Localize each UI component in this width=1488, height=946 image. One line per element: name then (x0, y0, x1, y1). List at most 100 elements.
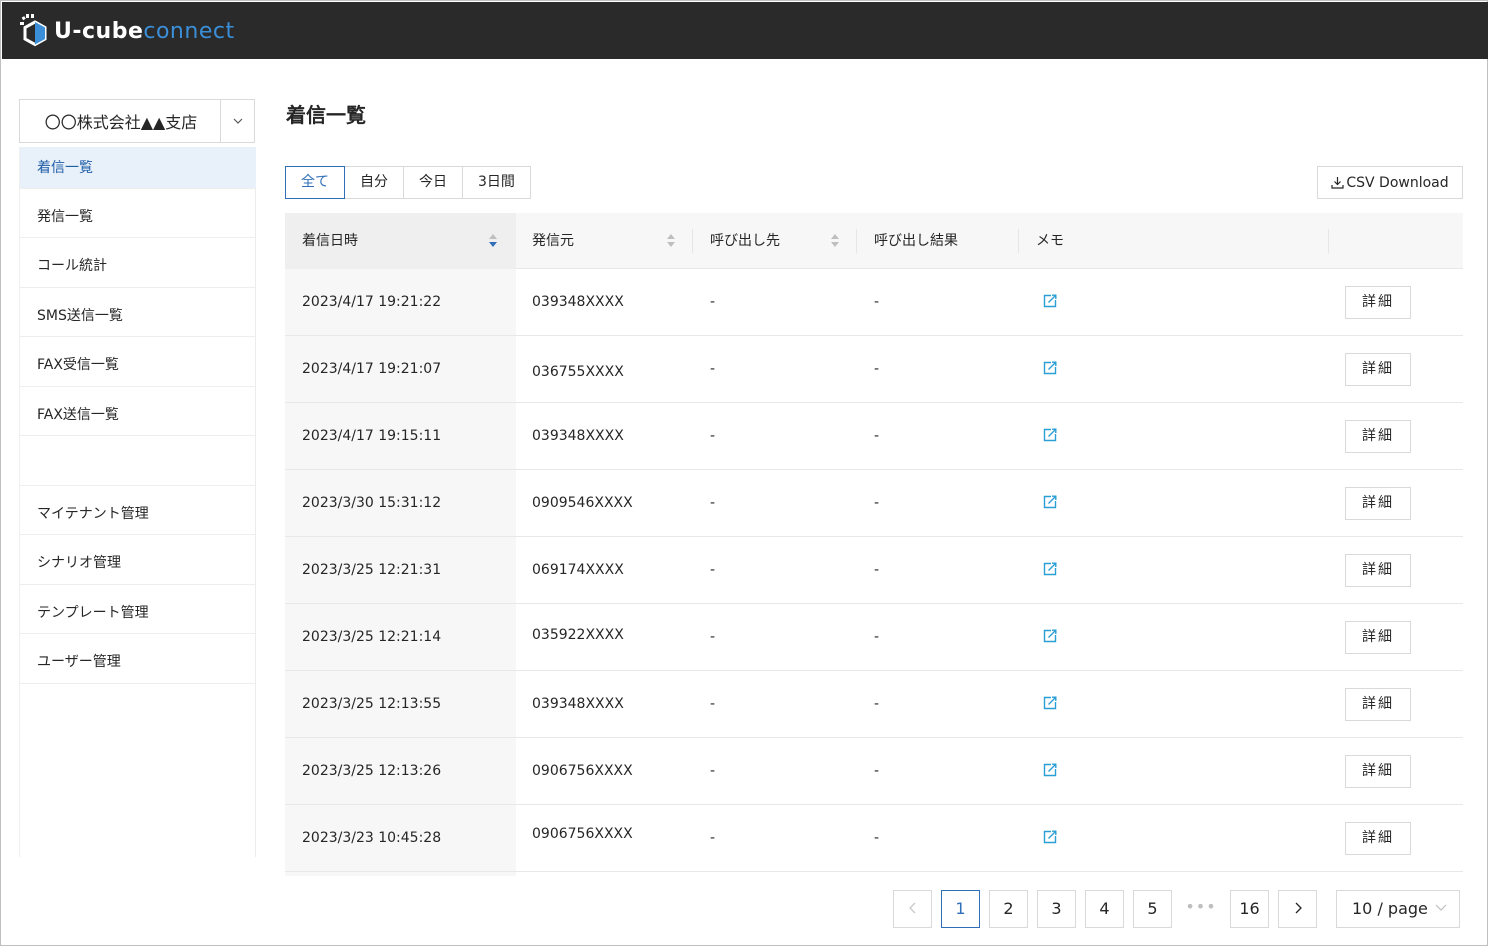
sidebar-item-template[interactable]: テンプレート管理 (20, 585, 256, 634)
cell-datetime: 2023/4/17 19:21:22 (302, 294, 442, 310)
sort-icon[interactable] (666, 234, 676, 250)
pagination-page-3[interactable]: 3 (1037, 890, 1076, 928)
sidebar-item-empty (20, 436, 256, 486)
logo-text-secondary: connect (143, 18, 235, 44)
column-header-actions (1329, 213, 1346, 269)
pagination-ellipsis[interactable]: ••• (1185, 890, 1217, 928)
cell-to: - (710, 830, 716, 846)
sidebar-item-users[interactable]: ユーザー管理 (20, 634, 256, 684)
sort-icon[interactable] (488, 234, 498, 250)
edit-memo-icon[interactable] (1043, 696, 1057, 710)
column-header-from[interactable]: 発信元 (515, 213, 574, 269)
table-row: 2023/4/17 19:21:22 039348XXXX - - 詳細 (285, 269, 1463, 336)
cell-from: 069174XXXX (532, 562, 624, 578)
detail-button[interactable]: 詳細 (1345, 554, 1411, 587)
cell-result: - (874, 294, 880, 310)
table-row: 2023/3/30 15:31:12 0909546XXXX - - 詳細 (285, 470, 1463, 537)
filter-all[interactable]: 全て (285, 166, 345, 199)
detail-button[interactable]: 詳細 (1345, 688, 1411, 721)
cell-datetime: 2023/3/25 12:21:31 (302, 562, 442, 578)
detail-button[interactable]: 詳細 (1345, 353, 1411, 386)
table-row: 2023/3/25 12:13:26 0906756XXXX - - 詳細 (285, 738, 1463, 805)
edit-memo-icon[interactable] (1043, 428, 1057, 442)
detail-button[interactable]: 詳細 (1345, 487, 1411, 520)
top-bar: U-cubeconnect (2, 2, 1488, 59)
sidebar-item-my-tenant[interactable]: マイテナント管理 (20, 486, 256, 535)
sidebar-item-call-stats[interactable]: コール統計 (20, 238, 256, 288)
pagination-page-2[interactable]: 2 (989, 890, 1028, 928)
logo[interactable]: U-cubeconnect (20, 14, 235, 48)
cell-result: - (874, 562, 880, 578)
pagination-page-5[interactable]: 5 (1133, 890, 1172, 928)
sidebar-nav: 着信一覧 発信一覧 コール統計 SMS送信一覧 FAX受信一覧 FAX送信一覧 … (19, 147, 256, 857)
cell-datetime: 2023/3/25 12:21:14 (302, 629, 442, 645)
sidebar-item-scenario[interactable]: シナリオ管理 (20, 535, 256, 585)
cell-from: 035922XXXX (532, 627, 624, 643)
cell-from: 039348XXXX (532, 294, 624, 310)
detail-button[interactable]: 詳細 (1345, 822, 1411, 855)
sidebar-item-sms[interactable]: SMS送信一覧 (20, 288, 256, 337)
table-row: 2023/3/25 12:21:31 069174XXXX - - 詳細 (285, 537, 1463, 604)
column-header-datetime[interactable]: 着信日時 (285, 213, 516, 269)
cell-datetime: 2023/3/30 15:31:12 (302, 495, 442, 511)
cell-from: 0909546XXXX (532, 495, 633, 511)
column-header-to[interactable]: 呼び出し先 (693, 213, 780, 269)
pagination-page-4[interactable]: 4 (1085, 890, 1124, 928)
csv-download-button[interactable]: CSV Download (1317, 166, 1463, 199)
download-icon (1331, 177, 1344, 189)
table-row: 2023/3/25 12:21:14 035922XXXX - - 詳細 (285, 604, 1463, 671)
chevron-left-icon (908, 902, 915, 914)
sidebar-item-fax-sent[interactable]: FAX送信一覧 (20, 387, 256, 436)
table-row: 2023/4/17 19:21:07 036755XXXX - - 詳細 (285, 336, 1463, 403)
cell-datetime: 2023/4/17 19:21:07 (302, 361, 442, 377)
filter-today[interactable]: 今日 (403, 166, 463, 199)
chevron-down-icon (1435, 904, 1447, 911)
edit-memo-icon[interactable] (1043, 763, 1057, 777)
detail-button[interactable]: 詳細 (1345, 286, 1411, 319)
cell-result: - (874, 428, 880, 444)
sidebar-item-fax-received[interactable]: FAX受信一覧 (20, 337, 256, 387)
detail-button[interactable]: 詳細 (1345, 420, 1411, 453)
pagination-next[interactable] (1278, 890, 1317, 928)
sidebar-item-incoming[interactable]: 着信一覧 (20, 147, 256, 189)
cell-result: - (874, 629, 880, 645)
cell-to: - (710, 428, 716, 444)
edit-memo-icon[interactable] (1043, 294, 1057, 308)
table-row: 2023/3/25 12:13:55 039348XXXX - - 詳細 (285, 671, 1463, 738)
filter-3days[interactable]: 3日間 (462, 166, 531, 199)
detail-button[interactable]: 詳細 (1345, 621, 1411, 654)
table-header: 着信日時 発信元 呼び出し先 呼び出し結果 メモ (285, 213, 1463, 269)
cell-datetime: 2023/3/25 12:13:26 (302, 763, 442, 779)
cell-datetime: 2023/3/23 10:45:28 (302, 830, 442, 846)
sidebar-item-outgoing[interactable]: 発信一覧 (20, 189, 256, 238)
cell-to: - (710, 361, 716, 377)
pagination-page-last[interactable]: 16 (1230, 890, 1269, 928)
cell-result: - (874, 361, 880, 377)
edit-memo-icon[interactable] (1043, 495, 1057, 509)
cell-to: - (710, 294, 716, 310)
cell-to: - (710, 495, 716, 511)
edit-memo-icon[interactable] (1043, 361, 1057, 375)
pagination-prev[interactable] (893, 890, 932, 928)
sort-icon[interactable] (830, 234, 840, 250)
cell-datetime: 2023/4/17 19:15:11 (302, 428, 442, 444)
edit-memo-icon[interactable] (1043, 562, 1057, 576)
chevron-right-icon (1295, 902, 1302, 914)
detail-button[interactable]: 詳細 (1345, 755, 1411, 788)
csv-download-label: CSV Download (1346, 174, 1449, 191)
tenant-select-toggle[interactable] (220, 100, 254, 142)
page-size-value: 10 / page (1352, 899, 1428, 918)
page-size-select[interactable]: 10 / page (1336, 890, 1460, 928)
cell-datetime: 2023/3/25 12:13:55 (302, 696, 442, 712)
chevron-down-icon (233, 118, 242, 124)
filter-group: 全て 自分 今日 3日間 (285, 166, 531, 199)
cell-from: 039348XXXX (532, 696, 624, 712)
tenant-select[interactable]: 〇〇株式会社▲▲支店 (19, 99, 255, 143)
pagination-page-1[interactable]: 1 (941, 890, 980, 928)
filter-mine[interactable]: 自分 (344, 166, 404, 199)
edit-memo-icon[interactable] (1043, 629, 1057, 643)
cell-to: - (710, 763, 716, 779)
cell-to: - (710, 696, 716, 712)
table-row: 2023/4/17 19:15:11 039348XXXX - - 詳細 (285, 403, 1463, 470)
edit-memo-icon[interactable] (1043, 830, 1057, 844)
